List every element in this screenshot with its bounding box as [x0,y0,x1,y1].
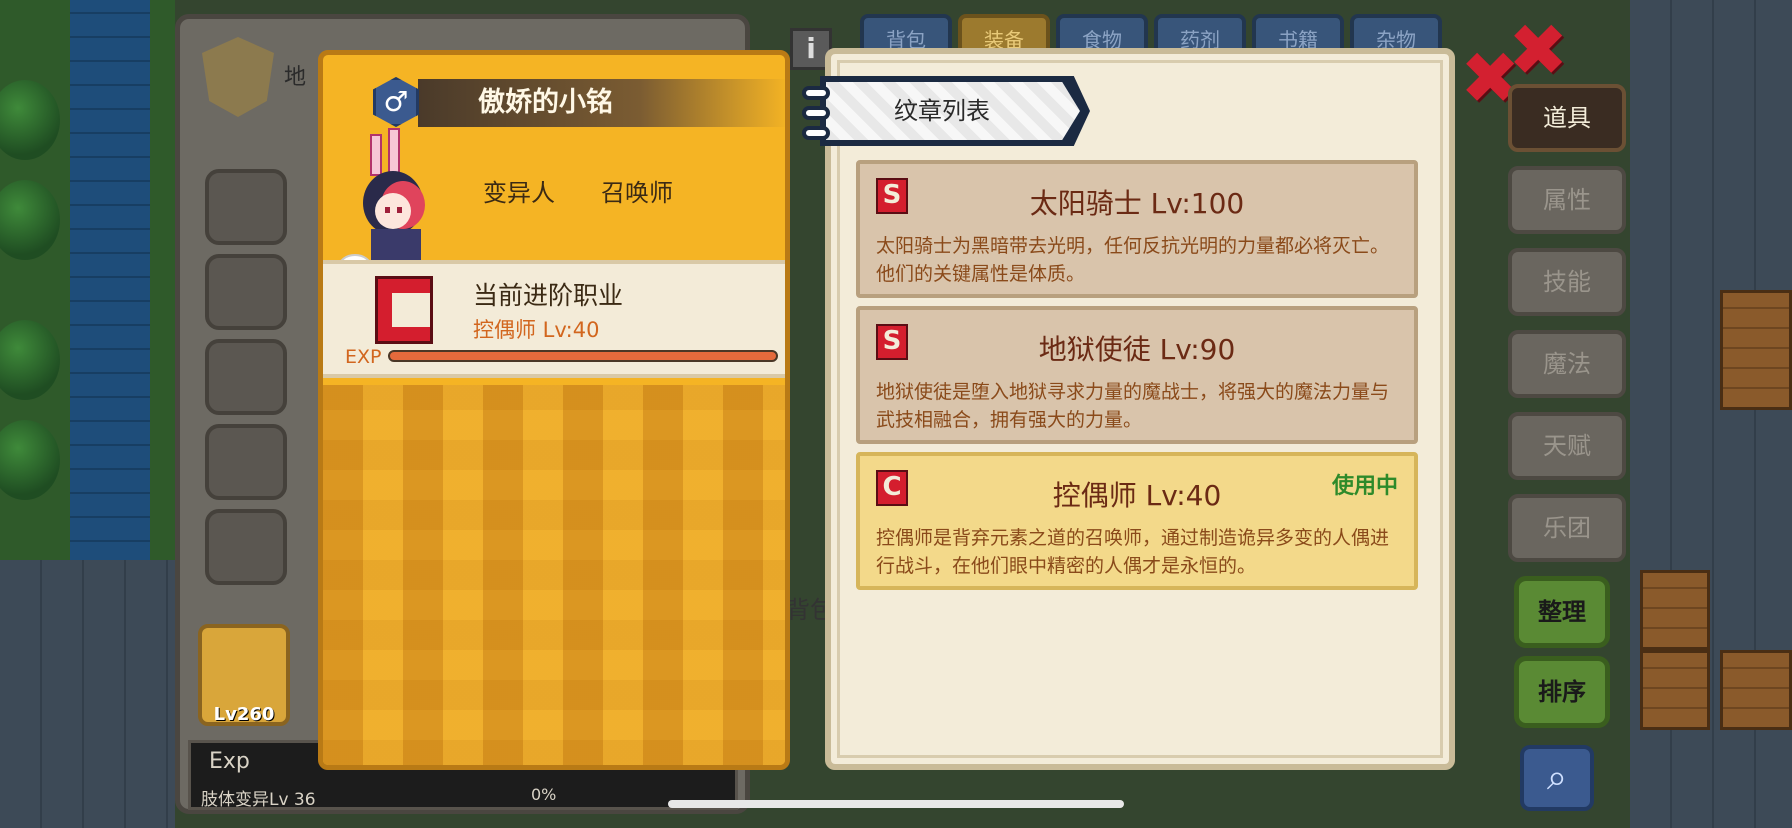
in-use-label: 使用中 [1331,474,1398,499]
exp-label: Exp [209,749,250,774]
guild-crest-icon [202,37,274,117]
equip-slot-helmet[interactable] [205,169,287,245]
level-badge: Lv260 [213,704,275,725]
emblem-list-title: 纹章列表 [826,82,1080,140]
sort-button[interactable]: 排序 [1514,656,1610,728]
binder-ring [802,86,830,100]
organize-button[interactable]: 整理 [1514,576,1610,648]
panel-title: 地 [284,65,307,90]
home-indicator[interactable] [668,800,1124,808]
side-tab-talent[interactable]: 天赋 [1508,412,1626,480]
emblem-description: 地狱使徒是堕入地狱寻求力量的魔战士，将强大的魔法力量与武技相融合，拥有强大的力量… [876,381,1390,431]
wooden-crate [1640,570,1710,650]
emblem-card-puppeteer[interactable]: C 控偶师 Lv:40 使用中 控偶师是背弃元素之道的召唤师，通过制造诡异多变的… [856,452,1418,590]
advance-class-name: 控偶师 Lv:40 [473,318,600,342]
emblem-card-sun-knight[interactable]: S 太阳骑士 Lv:100 太阳骑士为黑暗带去光明，任何反抗光明的力量都必将灭亡… [856,160,1418,298]
side-tab-magic[interactable]: 魔法 [1508,330,1626,398]
character-portrait-slot[interactable]: Lv260 [198,624,290,726]
wooden-door [1720,290,1792,410]
side-tab-attributes[interactable]: 属性 [1508,166,1626,234]
wooden-crate [1640,650,1710,730]
wooden-crate [1720,650,1792,730]
search-icon[interactable]: ⌕ [1520,745,1594,811]
class-exp-progress [388,350,778,362]
character-card: 傲娇的小铭 ♂ 变异人 召唤师 当前进阶职业 控偶师 Lv:40 EXP [318,50,790,770]
side-tab-items[interactable]: 道具 [1508,84,1626,152]
class-label: 召唤师 [601,179,673,207]
equip-slot-necklace[interactable] [205,254,287,330]
emblem-name: 太阳骑士 Lv:100 [1029,187,1245,220]
race-label: 变异人 [483,179,555,207]
side-tab-band[interactable]: 乐团 [1508,494,1626,562]
exp-tag: EXP [345,346,382,368]
mutation-percent: 0% [531,785,557,804]
emblem-name: 控偶师 Lv:40 [1052,479,1222,512]
advance-class-box: 当前进阶职业 控偶师 Lv:40 EXP [323,260,785,378]
emblem-card-hell-apostle[interactable]: S 地狱使徒 Lv:90 地狱使徒是堕入地狱寻求力量的魔战士，将强大的魔法力量与… [856,306,1418,444]
binder-ring [802,106,830,120]
mutation-level: 肢体变异Lv 36 [201,790,316,810]
rank-c-badge [375,276,433,344]
emblem-name: 地狱使徒 Lv:90 [1038,333,1236,366]
equip-slot-ring[interactable] [205,509,287,585]
character-name: 傲娇的小铭 [418,79,785,127]
equip-slot-armor[interactable] [205,339,287,415]
emblem-description: 控偶师是背弃元素之道的召唤师，通过制造诡异多变的人偶进行战斗，在他们眼中精密的人… [876,527,1390,577]
male-gender-icon: ♂ [373,77,419,127]
advance-class-title: 当前进阶职业 [473,281,624,310]
stone-floor [0,560,175,828]
side-tab-skills[interactable]: 技能 [1508,248,1626,316]
emblem-description: 太阳骑士为黑暗带去光明，任何反抗光明的力量都必将灭亡。他们的关键属性是体质。 [876,235,1390,285]
equip-slot-cloak[interactable] [205,424,287,500]
binder-ring [802,126,830,140]
pixelated-stats-area [323,385,785,765]
